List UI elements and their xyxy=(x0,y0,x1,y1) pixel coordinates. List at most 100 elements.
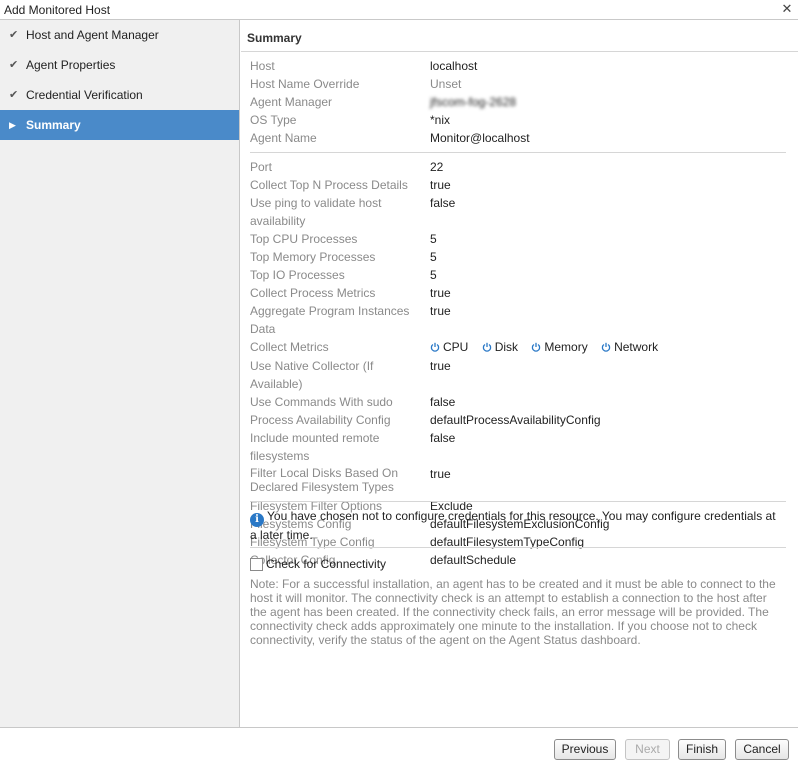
metric-label: Disk xyxy=(494,340,519,354)
check-connectivity-option[interactable]: Check for Connectivity xyxy=(250,556,386,572)
summary-panel: Summary Host localhost Host Name Overrid… xyxy=(241,20,798,727)
detail-value: false xyxy=(430,395,456,409)
sidebar-item-summary[interactable]: ▶ Summary xyxy=(0,110,239,140)
detail-value: *nix xyxy=(430,113,451,127)
detail-label: OS Type xyxy=(250,113,297,127)
window-title: Add Monitored Host xyxy=(4,3,111,17)
detail-value: 5 xyxy=(430,250,437,264)
detail-label: Collect Top N Process Details xyxy=(250,178,408,192)
detail-value-redacted: jfscom-fog-2628 xyxy=(430,95,517,109)
detail-label: Agent Name xyxy=(250,131,317,145)
detail-label: Host Name Override xyxy=(250,77,360,91)
connectivity-note: Note: For a successful installation, an … xyxy=(250,577,776,647)
detail-label: Use Native Collector (If Available) xyxy=(250,359,374,391)
metric-cpu: CPU xyxy=(430,338,468,356)
detail-value: Monitor@localhost xyxy=(430,131,530,145)
divider xyxy=(250,152,786,153)
detail-value: 5 xyxy=(430,232,437,246)
title-bar: Add Monitored Host ✕ xyxy=(0,0,798,20)
divider xyxy=(241,51,798,52)
info-icon: i xyxy=(250,513,264,527)
detail-value: Unset xyxy=(430,77,462,91)
detail-value: true xyxy=(430,359,451,373)
play-arrow-icon: ▶ xyxy=(9,120,16,130)
detail-value: true xyxy=(430,467,451,481)
detail-row-top-io: Top IO Processes 5 xyxy=(250,266,790,284)
detail-row-top-n: Collect Top N Process Details true xyxy=(250,176,790,194)
detail-value: localhost xyxy=(430,59,478,73)
metric-disk: Disk xyxy=(482,338,518,356)
detail-row-native-collector: Use Native Collector (If Available) true xyxy=(250,357,790,393)
detail-label: Agent Manager xyxy=(250,95,333,109)
next-button[interactable]: Next xyxy=(625,739,670,760)
detail-row-collect-metrics: Collect Metrics CPU Disk Memory Network xyxy=(250,338,790,357)
detail-row-host: Host localhost xyxy=(250,57,790,75)
cancel-button[interactable]: Cancel xyxy=(735,739,789,760)
sidebar-item-host-and-agent-manager[interactable]: ✔ Host and Agent Manager xyxy=(0,20,239,50)
detail-label: Top Memory Processes xyxy=(250,250,376,264)
detail-value: false xyxy=(430,196,456,210)
check-connectivity-label[interactable]: Check for Connectivity xyxy=(266,557,386,571)
sidebar-item-label: Agent Properties xyxy=(26,58,116,72)
power-icon xyxy=(430,342,440,352)
detail-label: Top CPU Processes xyxy=(250,232,358,246)
detail-label: Filter Local Disks Based On Declared Fil… xyxy=(250,466,399,494)
detail-row-process-availability: Process Availability Config defaultProce… xyxy=(250,411,790,429)
sidebar-item-credential-verification[interactable]: ✔ Credential Verification xyxy=(0,80,239,110)
detail-row-agent-name: Agent Name Monitor@localhost xyxy=(250,129,790,147)
power-icon xyxy=(601,342,611,352)
detail-row-agent-manager: Agent Manager jfscom-fog-2628 xyxy=(250,93,790,111)
detail-value: defaultProcessAvailabilityConfig xyxy=(430,413,601,427)
detail-label: Top IO Processes xyxy=(250,268,345,282)
detail-value: false xyxy=(430,431,456,445)
detail-value: 5 xyxy=(430,268,437,282)
detail-row-filter-local-disks: Filter Local Disks Based On Declared Fil… xyxy=(250,465,790,497)
detail-label: Process Availability Config xyxy=(250,413,391,427)
detail-value: true xyxy=(430,178,451,192)
detail-label: Use Commands With sudo xyxy=(250,395,393,409)
metrics-list: CPU Disk Memory Network xyxy=(430,338,790,357)
check-connectivity-checkbox[interactable] xyxy=(250,557,263,571)
detail-row-sudo: Use Commands With sudo false xyxy=(250,393,790,411)
metric-label: CPU xyxy=(443,340,469,354)
detail-value: true xyxy=(430,286,451,300)
metric-memory: Memory xyxy=(531,338,588,356)
divider xyxy=(250,547,786,548)
detail-value: 22 xyxy=(430,160,444,174)
sidebar-item-agent-properties[interactable]: ✔ Agent Properties xyxy=(0,50,239,80)
detail-label: Collect Metrics xyxy=(250,340,329,354)
credentials-info-message: i You have chosen not to configure creden… xyxy=(250,508,780,543)
wizard-steps-sidebar: ✔ Host and Agent Manager ✔ Agent Propert… xyxy=(0,20,240,727)
previous-button[interactable]: Previous xyxy=(554,739,616,760)
wizard-footer: Previous Next Finish Cancel xyxy=(0,727,798,767)
detail-label: Port xyxy=(250,160,273,174)
detail-row-aggregate: Aggregate Program Instances Data true xyxy=(250,302,790,338)
page-title: Summary xyxy=(247,31,302,45)
info-text: You have chosen not to configure credent… xyxy=(250,509,776,542)
sidebar-item-label: Credential Verification xyxy=(26,88,143,102)
metric-label: Memory xyxy=(544,340,588,354)
sidebar-item-label: Host and Agent Manager xyxy=(26,28,159,42)
close-icon[interactable]: ✕ xyxy=(780,1,794,17)
detail-row-top-cpu: Top CPU Processes 5 xyxy=(250,230,790,248)
detail-label: Host xyxy=(250,59,275,73)
detail-row-os-type: OS Type *nix xyxy=(250,111,790,129)
detail-row-top-memory: Top Memory Processes 5 xyxy=(250,248,790,266)
checkmark-icon: ✔ xyxy=(9,29,19,41)
detail-value: true xyxy=(430,304,451,318)
metric-network: Network xyxy=(601,338,658,356)
finish-button[interactable]: Finish xyxy=(678,739,726,760)
divider xyxy=(250,501,786,502)
detail-value: defaultSchedule xyxy=(430,553,517,567)
detail-label: Collect Process Metrics xyxy=(250,286,376,300)
detail-row-process-metrics: Collect Process Metrics true xyxy=(250,284,790,302)
detail-row-ping: Use ping to validate host availability f… xyxy=(250,194,790,230)
power-icon xyxy=(482,342,491,352)
detail-row-port: Port 22 xyxy=(250,158,790,176)
checkmark-icon: ✔ xyxy=(9,89,19,101)
detail-row-mounted-filesystems: Include mounted remote filesystems false xyxy=(250,429,790,465)
checkmark-icon: ✔ xyxy=(9,59,19,71)
power-icon xyxy=(532,342,541,352)
sidebar-item-label: Summary xyxy=(26,118,81,132)
detail-row-host-name-override: Host Name Override Unset xyxy=(250,75,790,93)
